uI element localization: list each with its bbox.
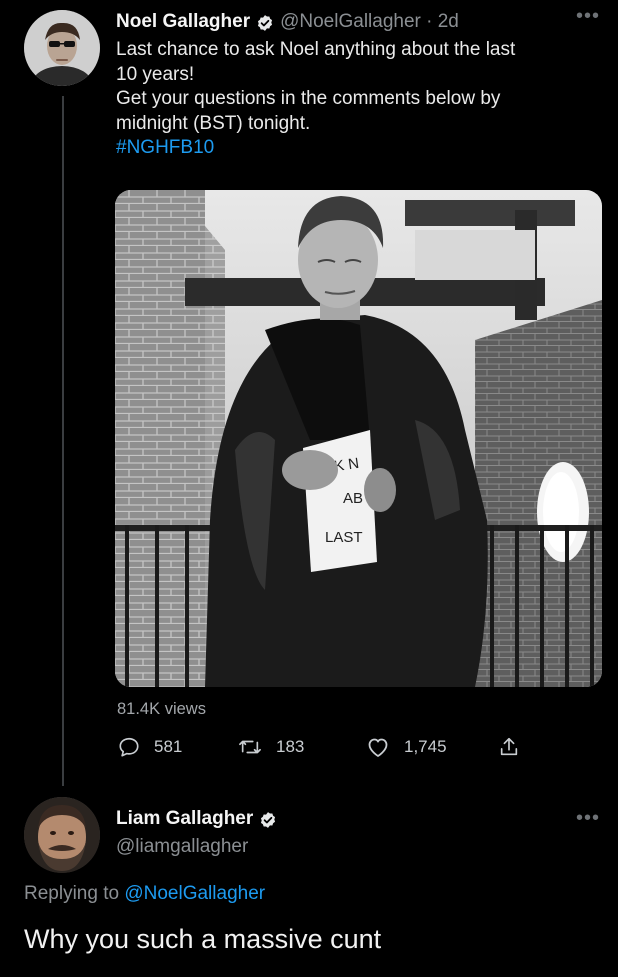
reply-author-handle[interactable]: @liamgallagher [116,836,248,858]
retweet-icon [239,740,261,754]
author-name[interactable]: Noel Gallagher [116,11,250,33]
verified-badge-icon [259,811,277,829]
retweet-action[interactable]: 183 [238,733,304,761]
more-icon[interactable]: ••• [576,6,600,26]
reply-text: Why you such a massive cunt [24,924,382,954]
reply-author: Liam Gallagher [116,808,283,830]
tweet-line-4: midnight (BST) tonight. [116,112,311,134]
tweet-line-1: Last chance to ask Noel anything about t… [116,39,516,60]
verified-badge-icon [256,14,274,32]
tweet-media-image[interactable]: ASK N AB LAST [115,190,602,687]
tweet-line-2: 10 years! [116,63,195,85]
noel-avatar[interactable] [24,10,100,86]
tweet-actions: 581 183 1,745 [118,733,538,761]
tweet-line-3: Get your questions in the comments below… [116,88,501,109]
reply-icon [119,737,139,757]
liam-avatar[interactable] [24,797,100,873]
reply-action[interactable]: 581 [118,733,182,761]
thread-line [62,96,64,786]
reply-more-icon[interactable]: ••• [576,808,600,828]
like-icon [368,738,388,757]
liam-avatar-image [24,797,100,873]
tweet-header: Noel Gallagher @NoelGallagher · 2d [116,8,459,36]
photo-noel-holding-sign: ASK N AB LAST [115,190,602,687]
author-handle-time[interactable]: @NoelGallagher · 2d [280,11,459,33]
replying-to-mention[interactable]: @NoelGallagher [124,883,265,904]
sign-text-line-2: AB [343,490,363,507]
tweet-text: Last chance to ask Noel anything about t… [116,38,606,161]
retweet-count: 183 [276,737,305,756]
like-count: 1,745 [404,737,447,756]
share-icon [500,737,518,756]
sign-text-line-3: LAST [325,529,363,546]
replying-prefix: Replying to [24,883,125,904]
reply-count: 581 [154,737,183,756]
hashtag-link[interactable]: #NGHFB10 [116,136,606,161]
noel-avatar-image [24,10,100,86]
reply-author-name[interactable]: Liam Gallagher [116,808,253,830]
view-count: 81.4K views [117,700,206,718]
share-action[interactable] [498,733,534,761]
like-action[interactable]: 1,745 [366,733,447,761]
replying-to: Replying to @NoelGallagher [24,883,265,905]
